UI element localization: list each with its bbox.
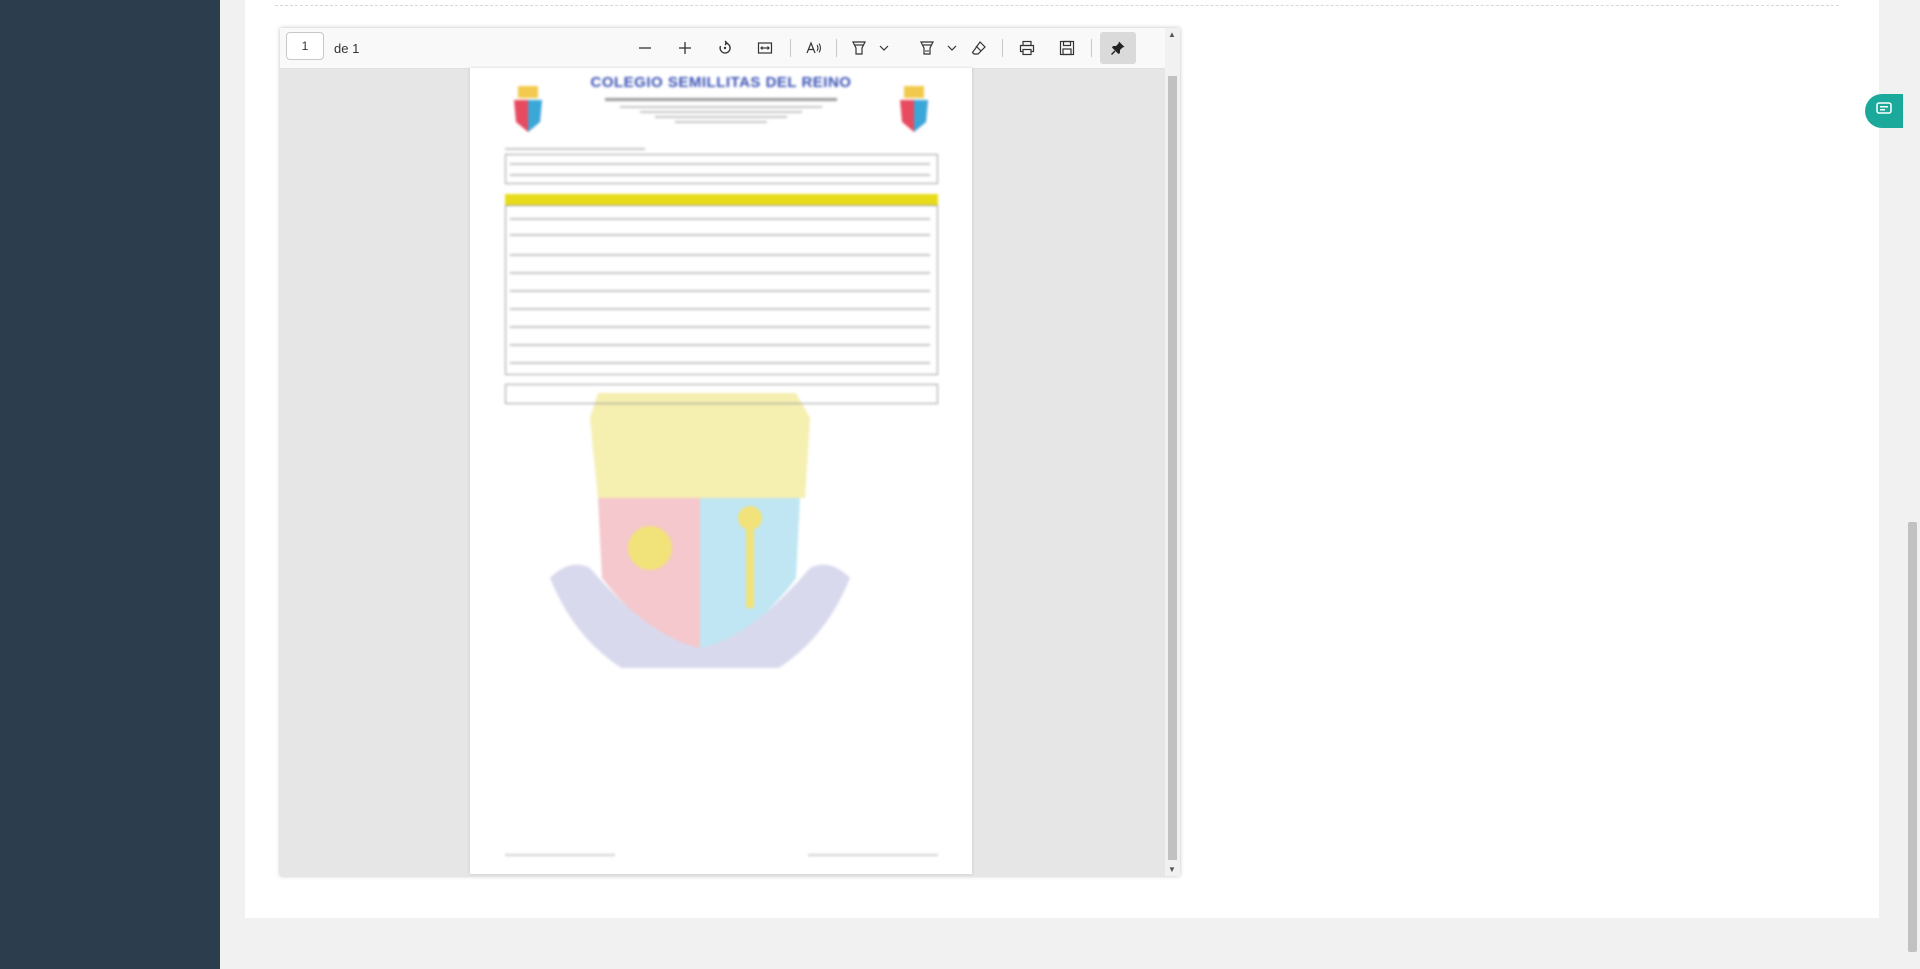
erase-button[interactable] xyxy=(966,32,992,64)
viewer-scrollbar[interactable]: ▲ ▼ xyxy=(1165,28,1180,876)
student-info-table xyxy=(505,154,938,184)
school-crest-watermark xyxy=(550,393,850,668)
table-row-line xyxy=(510,344,930,346)
doc-caption-line xyxy=(510,174,930,176)
chevron-down-icon xyxy=(946,42,958,54)
observations-box xyxy=(505,384,938,404)
highlight-options-dropdown[interactable] xyxy=(876,32,892,64)
toolbar-separator xyxy=(1091,39,1092,57)
pdf-viewer: de 1 xyxy=(280,28,1180,876)
save-button[interactable] xyxy=(1054,32,1080,64)
chevron-down-icon xyxy=(878,42,890,54)
toolbar-separator xyxy=(836,39,837,57)
highlight-button[interactable] xyxy=(846,32,872,64)
table-row-line xyxy=(510,362,930,364)
doc-subtitle-line xyxy=(605,98,837,101)
read-aloud-button[interactable] xyxy=(800,32,828,64)
rotate-icon xyxy=(717,40,733,56)
doc-caption-line xyxy=(620,106,822,108)
doc-caption-line xyxy=(505,148,645,150)
document-title: COLEGIO SEMILLITAS DEL REINO xyxy=(590,74,852,91)
eraser-icon xyxy=(971,40,987,56)
page-scrollbar[interactable] xyxy=(1905,0,1920,969)
highlight-icon xyxy=(851,40,867,56)
page-number-input[interactable] xyxy=(286,32,324,60)
viewer-scrollbar-thumb[interactable] xyxy=(1168,76,1177,860)
scroll-down-arrow[interactable]: ▼ xyxy=(1168,865,1176,874)
plus-icon xyxy=(677,40,693,56)
toolbar-separator xyxy=(790,39,791,57)
table-row-line xyxy=(510,326,930,328)
draw-icon xyxy=(919,40,935,56)
doc-footer-left xyxy=(505,854,615,856)
draw-button[interactable] xyxy=(914,32,940,64)
page-scrollbar-thumb[interactable] xyxy=(1908,522,1917,952)
top-divider xyxy=(275,5,1839,6)
pin-icon xyxy=(1110,40,1126,56)
table-row-line xyxy=(510,272,930,274)
minus-icon xyxy=(637,40,653,56)
zoom-in-button[interactable] xyxy=(672,32,698,64)
table-row-line xyxy=(510,308,930,310)
doc-footer-right xyxy=(808,854,938,856)
blurred-document-content: COLEGIO SEMILLITAS DEL REINO xyxy=(470,68,972,874)
pdf-toolbar: de 1 xyxy=(280,28,1165,69)
left-sidebar xyxy=(0,0,220,969)
chat-icon xyxy=(1876,101,1892,121)
grades-table-header xyxy=(505,194,938,205)
fit-page-icon xyxy=(757,40,773,56)
doc-caption-line xyxy=(640,111,802,113)
draw-options-dropdown[interactable] xyxy=(944,32,960,64)
page-total-label: de 1 xyxy=(334,41,360,56)
rotate-button[interactable] xyxy=(712,32,738,64)
read-aloud-icon xyxy=(805,40,823,56)
pin-toolbar-button[interactable] xyxy=(1100,32,1136,64)
doc-caption-line xyxy=(510,163,930,165)
printer-icon xyxy=(1019,40,1035,56)
table-row-line xyxy=(510,290,930,292)
fit-page-button[interactable] xyxy=(752,32,778,64)
toolbar-separator xyxy=(1002,39,1003,57)
doc-caption-line xyxy=(655,116,787,118)
doc-caption-line xyxy=(675,121,767,123)
print-button[interactable] xyxy=(1014,32,1040,64)
table-row-line xyxy=(510,254,930,256)
floating-chat-button[interactable] xyxy=(1865,94,1903,128)
scroll-up-arrow[interactable]: ▲ xyxy=(1168,30,1176,39)
document-page: COLEGIO SEMILLITAS DEL REINO xyxy=(470,68,972,874)
table-row-line xyxy=(510,218,930,220)
save-icon xyxy=(1059,40,1075,56)
table-row-line xyxy=(510,234,930,236)
zoom-out-button[interactable] xyxy=(632,32,658,64)
